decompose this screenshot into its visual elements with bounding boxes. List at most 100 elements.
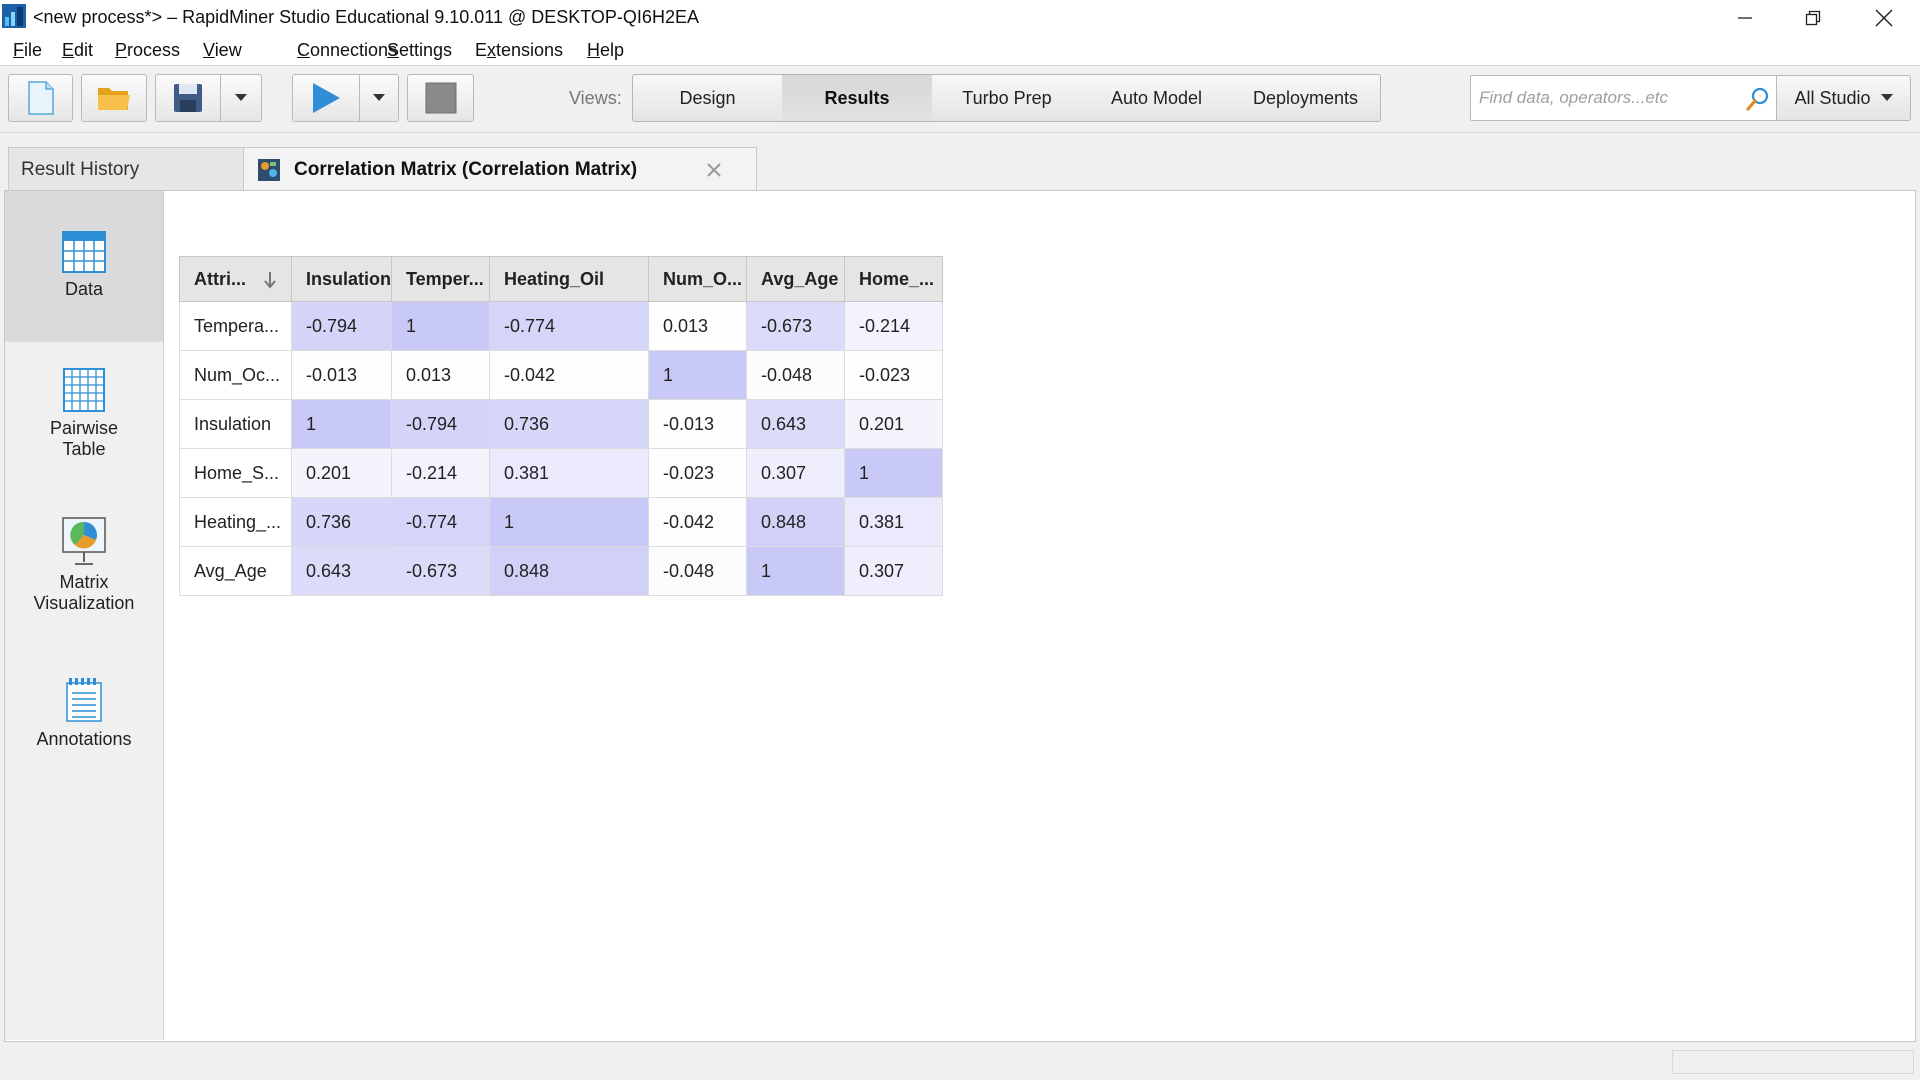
correlation-cell[interactable]: -0.794 — [391, 399, 490, 449]
table-row[interactable]: Avg_Age 0.643 -0.673 0.848 -0.048 1 0.307 — [179, 546, 943, 596]
correlation-cell[interactable]: -0.214 — [844, 301, 943, 351]
correlation-cell[interactable]: 1 — [489, 497, 649, 547]
table-row[interactable]: Home_S... 0.201 -0.214 0.381 -0.023 0.307 1 — [179, 448, 943, 498]
correlation-cell[interactable]: 0.013 — [648, 301, 747, 351]
correlation-cell[interactable]: 0.643 — [746, 399, 845, 449]
correlation-cell[interactable]: 0.013 — [391, 350, 490, 400]
tab-result-history[interactable]: Result History — [8, 147, 244, 191]
correlation-cell[interactable]: -0.013 — [291, 350, 392, 400]
correlation-cell[interactable]: -0.673 — [391, 546, 490, 596]
side-item-pairwise-label: Pairwise Table — [49, 418, 119, 459]
correlation-cell[interactable]: -0.794 — [291, 301, 392, 351]
correlation-cell[interactable]: 0.643 — [291, 546, 392, 596]
column-header-heating-oil[interactable]: Heating_Oil — [489, 256, 649, 302]
table-row[interactable]: Heating_... 0.736 -0.774 1 -0.042 0.848 0.381 — [179, 497, 943, 547]
correlation-cell[interactable]: 0.307 — [844, 546, 943, 596]
minimize-icon — [1738, 17, 1752, 19]
stop-process-button[interactable] — [407, 74, 474, 122]
view-turbo-prep-button[interactable]: Turbo Prep — [932, 74, 1083, 122]
view-deployments-button[interactable]: Deployments — [1231, 74, 1381, 122]
table-row[interactable]: Tempera... -0.794 1 -0.774 0.013 -0.673 -0.214 — [179, 301, 943, 351]
correlation-cell[interactable]: -0.042 — [489, 350, 649, 400]
chevron-down-icon — [1880, 94, 1893, 101]
side-item-data[interactable]: Data — [5, 191, 163, 342]
view-results-button[interactable]: Results — [782, 74, 933, 122]
correlation-cell[interactable]: 1 — [291, 399, 392, 449]
title-bar: <new process*> – RapidMiner Studio Educa… — [0, 0, 1920, 37]
table-row[interactable]: Num_Oc... -0.013 0.013 -0.042 1 -0.048 -0.023 — [179, 350, 943, 400]
correlation-cell[interactable]: 1 — [391, 301, 490, 351]
table-row[interactable]: Insulation 1 -0.794 0.736 -0.013 0.643 0.201 — [179, 399, 943, 449]
correlation-cell[interactable]: -0.673 — [746, 301, 845, 351]
run-process-button[interactable] — [292, 74, 360, 122]
correlation-cell[interactable]: 0.381 — [844, 497, 943, 547]
global-search-input[interactable] — [1477, 87, 1731, 109]
correlation-cell[interactable]: 0.201 — [291, 448, 392, 498]
menu-file[interactable]: File — [13, 40, 42, 61]
minimize-button[interactable] — [1710, 0, 1780, 36]
view-auto-model-button[interactable]: Auto Model — [1082, 74, 1232, 122]
menu-connections[interactable]: Connections — [297, 40, 397, 61]
correlation-cell[interactable]: 1 — [844, 448, 943, 498]
side-item-data-label: Data — [64, 279, 104, 299]
tab-result-history-label: Result History — [21, 158, 140, 180]
sort-descending-icon[interactable] — [263, 271, 277, 289]
play-icon — [313, 83, 340, 113]
new-process-button[interactable] — [8, 74, 73, 122]
correlation-cell[interactable]: 0.201 — [844, 399, 943, 449]
correlation-cell[interactable]: -0.023 — [648, 448, 747, 498]
save-dropdown-button[interactable] — [220, 74, 262, 122]
pairwise-table-icon — [63, 368, 105, 412]
correlation-matrix-table: Attri... Insulation Temper... Heating_Oi… — [179, 256, 943, 596]
search-scope-dropdown[interactable]: All Studio — [1777, 75, 1911, 121]
correlation-cell[interactable]: 0.736 — [489, 399, 649, 449]
correlation-cell[interactable]: -0.214 — [391, 448, 490, 498]
close-icon — [1875, 9, 1893, 27]
correlation-cell[interactable]: -0.774 — [489, 301, 649, 351]
close-window-button[interactable] — [1849, 0, 1919, 36]
correlation-cell[interactable]: -0.013 — [648, 399, 747, 449]
correlation-cell[interactable]: -0.042 — [648, 497, 747, 547]
column-header-insulation[interactable]: Insulation — [291, 256, 392, 302]
side-item-pairwise-table[interactable]: Pairwise Table — [5, 368, 163, 478]
open-process-button[interactable] — [81, 74, 147, 122]
result-view-selector: Data Pairwise Table Matrix Visualization — [5, 191, 164, 1040]
table-header-row: Attri... Insulation Temper... Heating_Oi… — [179, 256, 943, 302]
stop-icon — [425, 82, 456, 114]
correlation-cell[interactable]: 0.736 — [291, 497, 392, 547]
side-item-matrix-visualization-label: Matrix Visualization — [33, 572, 135, 613]
correlation-cell[interactable]: -0.048 — [648, 546, 747, 596]
correlation-cell[interactable]: -0.023 — [844, 350, 943, 400]
main-toolbar: Views: Design Results Turbo Prep Auto Mo… — [0, 66, 1920, 133]
correlation-cell[interactable]: -0.048 — [746, 350, 845, 400]
view-design-button[interactable]: Design — [632, 74, 783, 122]
column-header-num-occupants[interactable]: Num_O... — [648, 256, 747, 302]
correlation-cell[interactable]: 1 — [746, 546, 845, 596]
correlation-cell[interactable]: 0.381 — [489, 448, 649, 498]
menu-extensions[interactable]: Extensions — [475, 40, 563, 61]
table-body: Tempera... -0.794 1 -0.774 0.013 -0.673 -0.214… — [179, 301, 943, 596]
correlation-cell[interactable]: -0.774 — [391, 497, 490, 547]
correlation-cell[interactable]: 0.848 — [746, 497, 845, 547]
column-header-attributes[interactable]: Attri... — [179, 256, 292, 302]
restore-button[interactable] — [1778, 0, 1848, 36]
column-header-home-size[interactable]: Home_... — [844, 256, 943, 302]
column-header-temperature[interactable]: Temper... — [391, 256, 490, 302]
menu-view[interactable]: View — [203, 40, 242, 61]
side-item-annotations[interactable]: Annotations — [5, 677, 163, 767]
menu-edit[interactable]: Edit — [62, 40, 93, 61]
correlation-cell[interactable]: 0.307 — [746, 448, 845, 498]
chevron-down-icon — [373, 94, 385, 101]
search-icon[interactable] — [1745, 86, 1771, 112]
tab-correlation-matrix[interactable]: Correlation Matrix (Correlation Matrix) — [243, 147, 757, 192]
menu-process[interactable]: Process — [115, 40, 180, 61]
save-process-button[interactable] — [155, 74, 221, 122]
correlation-cell[interactable]: 0.848 — [489, 546, 649, 596]
side-item-matrix-visualization[interactable]: Matrix Visualization — [5, 516, 163, 631]
close-tab-icon[interactable] — [706, 162, 722, 178]
correlation-cell[interactable]: 1 — [648, 350, 747, 400]
menu-help[interactable]: Help — [587, 40, 624, 61]
menu-settings[interactable]: Settings — [387, 40, 452, 61]
column-header-avg-age[interactable]: Avg_Age — [746, 256, 845, 302]
run-dropdown-button[interactable] — [359, 74, 399, 122]
